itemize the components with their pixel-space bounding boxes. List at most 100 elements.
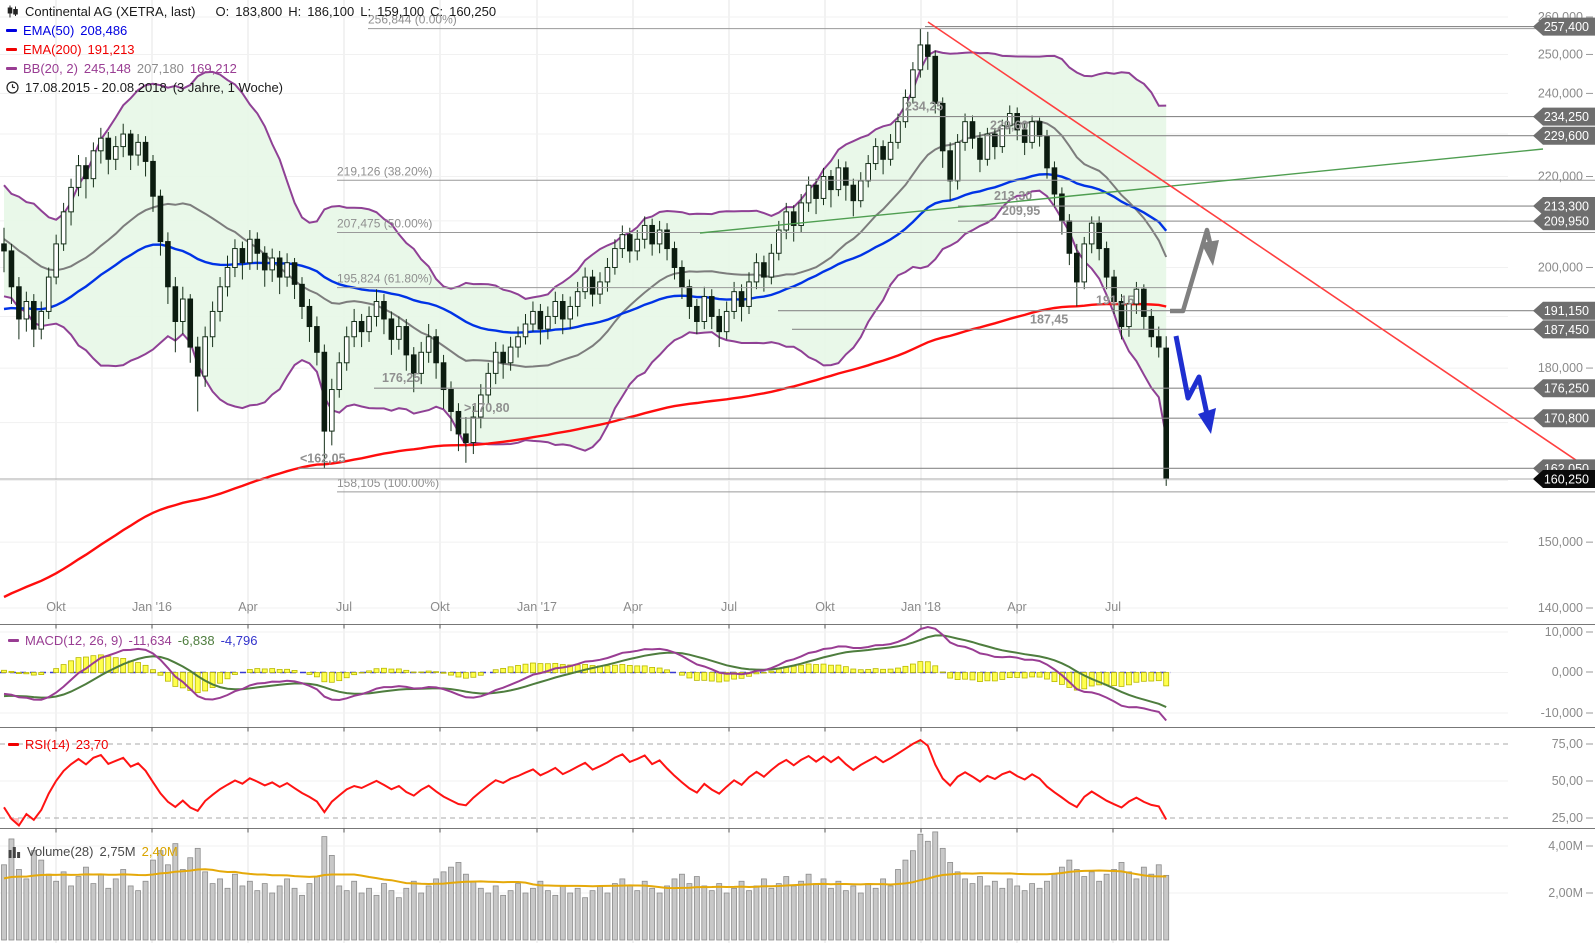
candle <box>926 45 931 56</box>
candle <box>695 306 700 321</box>
candle <box>546 316 551 329</box>
level-label: 176,25 <box>382 371 420 385</box>
axis-tick-label: 10,000 <box>1545 625 1583 639</box>
volume-ma-line <box>4 869 1166 888</box>
candle <box>330 390 335 432</box>
candle <box>1067 221 1072 253</box>
price-chart-canvas[interactable]: 256,844 (0.00%)219,126 (38.20%)207,475 (… <box>0 0 1595 943</box>
fib-label: 219,126 (38.20%) <box>337 164 432 178</box>
candle <box>367 316 372 331</box>
candle <box>292 263 297 285</box>
volume-bars-icon <box>8 846 21 858</box>
candle <box>1060 194 1065 221</box>
candle <box>1052 168 1057 194</box>
candle <box>672 249 677 268</box>
candle <box>1037 122 1042 136</box>
candle <box>1134 289 1139 304</box>
candlestick-icon <box>6 5 19 18</box>
candle <box>955 142 960 180</box>
candle <box>858 181 863 201</box>
candle <box>203 337 208 376</box>
axis-tick-label: 240,000 <box>1538 86 1583 100</box>
candle <box>61 212 66 244</box>
axis-tick-label: 140,000 <box>1538 601 1583 615</box>
ema200-legend: EMA(200) 191,213 <box>6 41 135 58</box>
candle <box>277 258 282 277</box>
candle <box>1142 289 1147 316</box>
candle <box>680 267 685 286</box>
candle <box>724 311 729 331</box>
candle <box>285 263 290 277</box>
candle <box>836 168 841 190</box>
axis-tick-label: 180,000 <box>1538 361 1583 375</box>
axis-tick-label: 200,000 <box>1538 260 1583 274</box>
month-label: Jan '17 <box>517 600 557 614</box>
month-label: Apr <box>1007 600 1026 614</box>
price-badge-label: 187,450 <box>1544 323 1589 337</box>
candle <box>970 122 975 139</box>
macd-signal-value: -6,838 <box>178 632 215 649</box>
candle <box>881 147 886 160</box>
candle <box>128 134 133 155</box>
month-label: Jan '18 <box>901 600 941 614</box>
candle <box>575 292 580 307</box>
candle <box>702 297 707 322</box>
fib-label: 158,105 (100.00%) <box>337 476 439 490</box>
candle <box>307 306 312 326</box>
candle <box>821 176 826 198</box>
price-badge-label: 213,300 <box>1544 200 1589 214</box>
price-badge-label: 229,600 <box>1544 129 1589 143</box>
candle <box>359 321 364 331</box>
rsi-dash-icon <box>8 743 19 746</box>
axis-tick-label: 50,00 <box>1552 774 1583 788</box>
candle <box>397 327 402 340</box>
candle <box>91 151 96 179</box>
candle <box>404 327 409 355</box>
candle <box>784 212 789 230</box>
candle <box>9 251 14 287</box>
blue-arrow <box>1176 336 1208 419</box>
candle <box>46 277 51 311</box>
candle <box>322 352 327 431</box>
candle <box>1045 136 1050 168</box>
candle <box>17 287 22 319</box>
candle <box>523 324 528 337</box>
candle <box>739 292 744 307</box>
candle <box>814 185 819 198</box>
volume-label: Volume(28) <box>27 843 93 860</box>
axis-tick-label: 75,00 <box>1552 737 1583 751</box>
level-label: 191,15 <box>1096 294 1134 308</box>
candle <box>210 311 215 336</box>
bb-legend: BB(20, 2) 245,148 207,180 169,212 <box>6 60 237 77</box>
candle <box>456 411 461 433</box>
month-label: Apr <box>238 600 257 614</box>
candle <box>501 352 506 362</box>
candle <box>620 235 625 249</box>
candle <box>538 311 543 329</box>
ema50-dash-icon <box>6 29 17 32</box>
candle <box>933 56 938 103</box>
macd-label: MACD(12, 26, 9) <box>25 632 123 649</box>
month-label: Jul <box>721 600 737 614</box>
candle <box>866 164 871 181</box>
clock-icon <box>6 81 19 94</box>
month-label: Okt <box>46 600 66 614</box>
candle <box>948 151 953 181</box>
candle <box>486 373 491 395</box>
candle <box>747 282 752 307</box>
candle <box>568 306 573 319</box>
candle <box>1082 244 1087 282</box>
ema50-value: 208,486 <box>80 22 127 39</box>
candle <box>985 134 990 159</box>
candle <box>471 417 476 442</box>
candle <box>1075 253 1080 282</box>
candle <box>754 263 759 282</box>
axis-tick-label: 4,00M <box>1548 839 1583 853</box>
candle <box>464 434 469 443</box>
fib-label: 195,824 (61.80%) <box>337 272 432 286</box>
red-trendline <box>928 22 1595 473</box>
candle <box>255 239 260 253</box>
candle <box>635 239 640 251</box>
level-label: 229,60 <box>990 119 1028 133</box>
price-badge-label: 257,400 <box>1544 20 1589 34</box>
